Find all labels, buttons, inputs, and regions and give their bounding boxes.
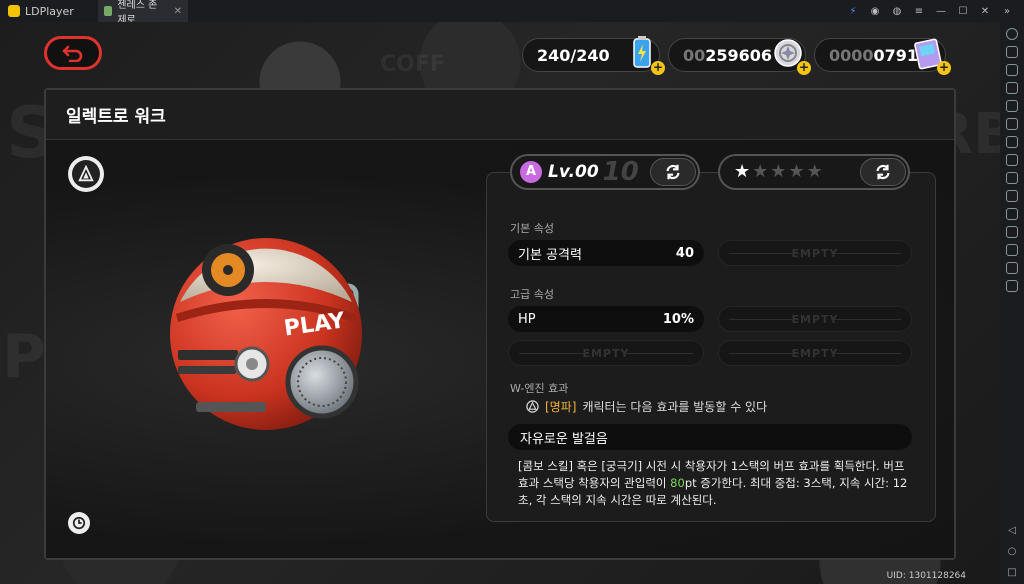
tab-close-icon[interactable]: ✕ xyxy=(174,6,182,17)
w-engine-artwork: PLAY xyxy=(170,238,362,430)
star-icon: ★ xyxy=(752,161,769,182)
stat-row-base-atk: 기본 공격력 40 xyxy=(508,240,704,266)
background-graffiti: COFF xyxy=(380,52,445,77)
volume-up-icon[interactable] xyxy=(1006,64,1018,76)
panel-header: 일렉트로 워크 xyxy=(46,90,954,140)
item-detail-panel: 일렉트로 워크 PLAY A Lv.00 10 ★ ★ ★ ★ ★ 기본 속성 … xyxy=(44,88,956,560)
add-polychrome-button[interactable]: + xyxy=(937,61,951,75)
refine-button[interactable] xyxy=(860,158,906,186)
rank-a-badge: A xyxy=(520,161,542,183)
skill-name: 자유로운 발걸음 xyxy=(508,424,912,450)
gamepad-icon[interactable]: ◉ xyxy=(864,6,886,17)
record-icon[interactable] xyxy=(1006,208,1018,220)
panel-body: PLAY A Lv.00 10 ★ ★ ★ ★ ★ 기본 속성 기본 공격력 4… xyxy=(46,140,954,558)
bolt-icon[interactable]: ⚡ xyxy=(842,6,864,17)
emulator-titlebar: LDPlayer 젠레스 존 제로 ✕ ⚡ ◉ ◍ ≡ — ☐ ✕ » xyxy=(0,0,1024,26)
attack-type-icon xyxy=(526,400,539,413)
effect-condition-text: 캐릭터는 다음 효과를 발동할 수 있다 xyxy=(582,400,768,414)
game-icon xyxy=(104,6,113,16)
game-viewport: SU PLAY RB COFF 240/240 + 00259606 + 000… xyxy=(0,22,1000,584)
apk-icon[interactable] xyxy=(1006,136,1018,148)
attack-type-icon xyxy=(78,165,94,182)
stat-row-hp: HP 10% xyxy=(508,306,704,332)
page-title: 일렉트로 워크 xyxy=(66,107,166,127)
window-controls: ⚡ ◉ ◍ ≡ — ☐ ✕ » xyxy=(842,6,1024,17)
level-value: Lv.00 xyxy=(548,162,599,182)
star-icon: ★ xyxy=(770,161,787,182)
level-indicator: A Lv.00 10 xyxy=(510,154,700,190)
script-icon[interactable] xyxy=(1006,226,1018,238)
polychrome-value: 0791 xyxy=(873,45,919,65)
fullscreen-icon[interactable] xyxy=(1006,100,1018,112)
refresh-icon xyxy=(666,164,680,180)
refinement-stars: ★ ★ ★ ★ ★ xyxy=(718,154,910,190)
empty-slot: EMPTY xyxy=(718,306,912,332)
refresh-icon xyxy=(876,164,890,180)
stat-value: 40 xyxy=(675,245,694,261)
minimize-icon[interactable]: — xyxy=(930,6,952,17)
maximize-icon[interactable]: ☐ xyxy=(952,6,974,17)
volume-down-icon[interactable] xyxy=(1006,82,1018,94)
recent-nav-icon[interactable]: □ xyxy=(1007,567,1016,578)
sidebar-nav: ◁ ○ □ xyxy=(1007,525,1016,578)
stamina-counter[interactable]: 240/240 + xyxy=(522,36,665,75)
menu-icon[interactable]: ≡ xyxy=(908,6,930,17)
multi-instance-icon[interactable] xyxy=(1006,190,1018,202)
expand-icon[interactable]: » xyxy=(996,6,1018,17)
coins-value: 259606 xyxy=(705,45,773,65)
keyboard-icon[interactable] xyxy=(1006,46,1018,58)
sync-icon[interactable] xyxy=(1006,280,1018,292)
coins-counter[interactable]: 00259606 + xyxy=(668,38,811,75)
robot-icon[interactable] xyxy=(1006,172,1018,184)
skill-highlight-value: 80 xyxy=(670,476,685,490)
back-button[interactable] xyxy=(44,36,102,70)
polychrome-prefix: 0000 xyxy=(829,45,874,65)
info-button[interactable] xyxy=(68,512,90,534)
settings-icon[interactable] xyxy=(1006,28,1018,40)
empty-slot: EMPTY xyxy=(508,340,704,366)
level-up-button[interactable] xyxy=(650,158,696,186)
empty-slot: EMPTY xyxy=(718,240,912,266)
home-nav-icon[interactable]: ○ xyxy=(1008,546,1017,557)
location-icon[interactable] xyxy=(1006,262,1018,274)
polychrome-counter[interactable]: 00000791 + xyxy=(814,38,951,75)
add-stamina-button[interactable]: + xyxy=(651,61,665,75)
level-max: 10 xyxy=(602,157,639,187)
screenshot-icon[interactable] xyxy=(1006,154,1018,166)
effect-tag: [명파] xyxy=(545,400,577,414)
star-icon: ★ xyxy=(734,161,751,182)
star-icon: ★ xyxy=(806,161,823,182)
app-name: LDPlayer xyxy=(25,4,74,18)
scissors-icon[interactable] xyxy=(1006,118,1018,130)
account-icon[interactable]: ◍ xyxy=(886,6,908,17)
stat-value: 10% xyxy=(662,311,694,327)
coins-prefix: 00 xyxy=(683,45,706,65)
folder-icon[interactable] xyxy=(1006,244,1018,256)
back-nav-icon[interactable]: ◁ xyxy=(1008,525,1016,536)
skill-description: [콤보 스킬] 혹은 [궁극기] 시전 시 착용자가 1스택의 버프 효과를 획… xyxy=(518,459,908,507)
engine-effect-title: W-엔진 효과 xyxy=(510,382,569,395)
app-brand: LDPlayer xyxy=(0,5,98,18)
return-arrow-icon xyxy=(62,45,83,62)
advanced-stats-title: 고급 속성 xyxy=(510,288,554,301)
clock-icon xyxy=(72,516,86,530)
weapon-type-badge[interactable] xyxy=(68,156,104,192)
stat-name: HP xyxy=(518,311,536,327)
tab-game[interactable]: 젠레스 존 제로 ✕ xyxy=(98,0,188,26)
emulator-sidebar: ◁ ○ □ xyxy=(1000,22,1024,584)
star-icon: ★ xyxy=(788,161,805,182)
add-coins-button[interactable]: + xyxy=(797,61,811,75)
empty-slot: EMPTY xyxy=(718,340,912,366)
ldplayer-logo-icon xyxy=(8,5,20,17)
stat-name: 기본 공격력 xyxy=(518,247,582,263)
stamina-value: 240/240 xyxy=(537,45,610,65)
player-uid: UID: 1301128264 xyxy=(886,571,966,581)
close-icon[interactable]: ✕ xyxy=(974,6,996,17)
effect-condition: [명파] 캐릭터는 다음 효과를 발동할 수 있다 xyxy=(526,398,767,415)
base-stats-title: 기본 속성 xyxy=(510,222,554,235)
